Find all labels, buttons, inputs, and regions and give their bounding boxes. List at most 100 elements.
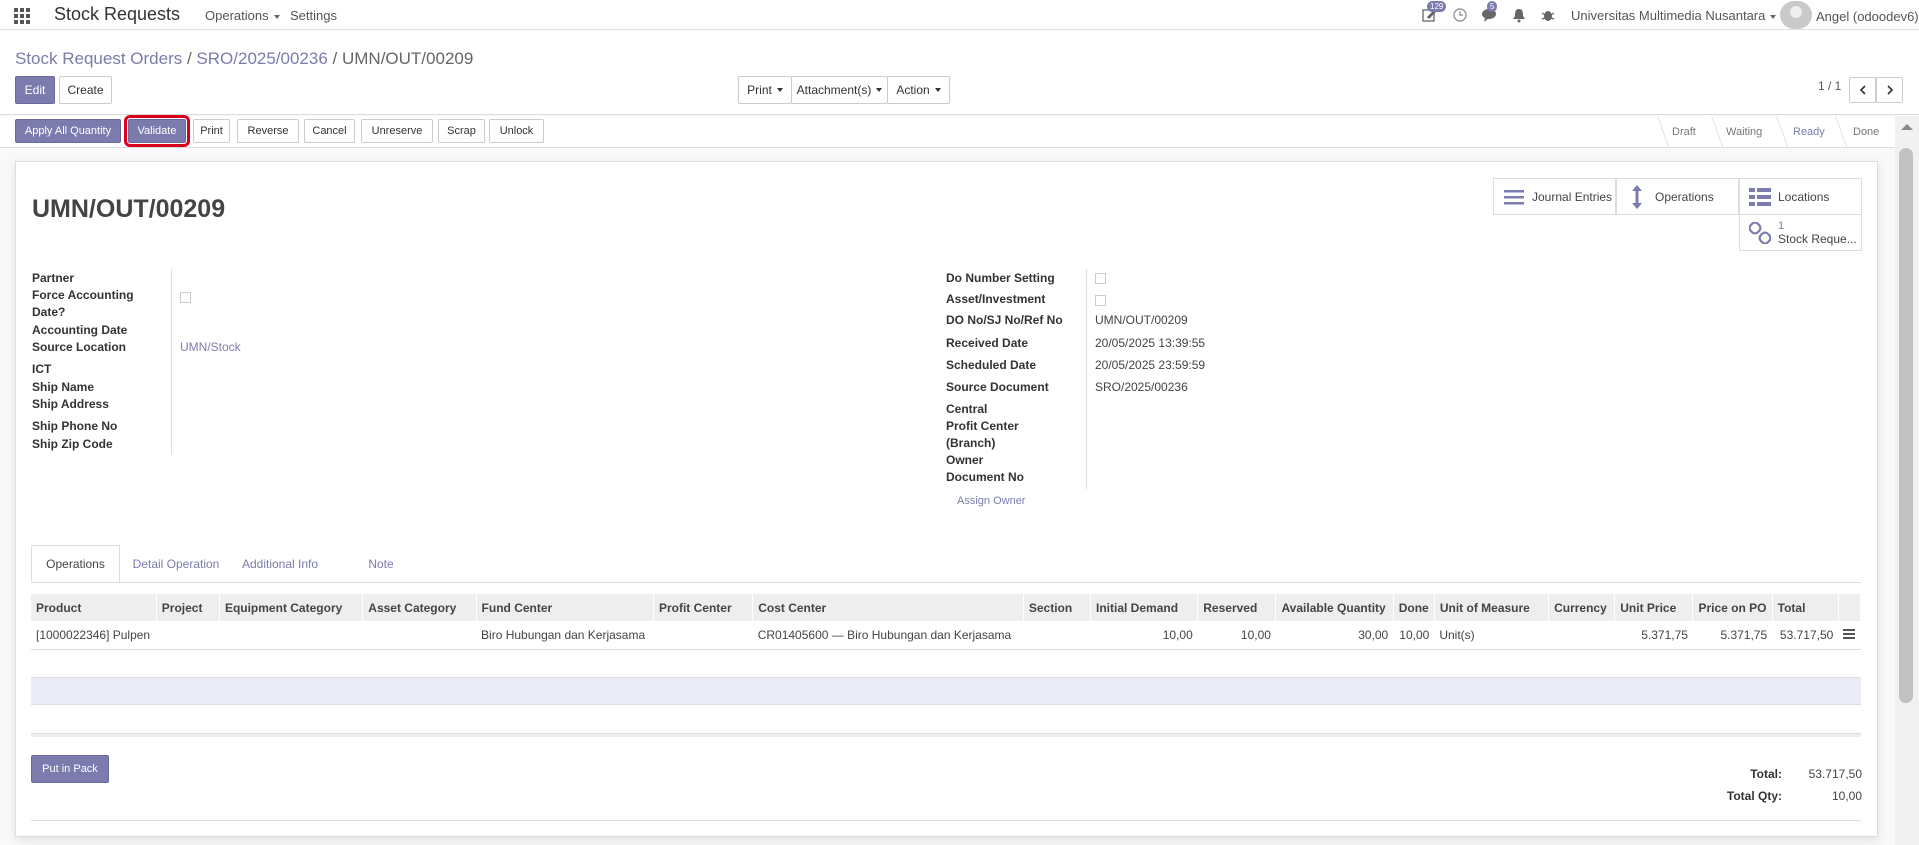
cell-project <box>156 621 220 650</box>
locations-button[interactable]: Locations <box>1739 178 1862 215</box>
column-header[interactable]: Unit of Measure <box>1434 594 1550 621</box>
breadcrumb: Stock Request Orders / SRO/2025/00236 / … <box>15 49 473 69</box>
link-chain-icon <box>1748 221 1772 244</box>
journal-entries-label: Journal Entries <box>1532 189 1613 204</box>
chevron-left-icon <box>1859 85 1866 95</box>
put-in-pack-button[interactable]: Put in Pack <box>31 755 109 783</box>
list-icon <box>1748 187 1772 206</box>
column-header[interactable]: Currency <box>1548 594 1616 621</box>
column-header[interactable]: Unit Price <box>1614 594 1694 621</box>
vertical-scrollbar[interactable] <box>1895 116 1919 845</box>
column-header[interactable]: Reserved <box>1197 594 1277 621</box>
source-document-value: SRO/2025/00236 <box>1095 380 1188 394</box>
cell-currency <box>1548 621 1615 650</box>
profit-center-branch-label: (Branch) <box>946 436 996 450</box>
action-dropdown[interactable]: Action <box>887 76 950 104</box>
column-header[interactable]: Done <box>1393 594 1435 621</box>
cancel-button[interactable]: Cancel <box>304 119 355 143</box>
company-switcher[interactable]: Universitas Multimedia Nusantara <box>1571 8 1777 23</box>
record-title: UMN/OUT/00209 <box>32 195 226 223</box>
do-number-setting-checkbox[interactable] <box>1095 273 1106 284</box>
table-header-row: Product Project Equipment Category Asset… <box>31 594 1862 621</box>
unreserve-button[interactable]: Unreserve <box>361 119 433 143</box>
app-title: Stock Requests <box>54 4 181 24</box>
column-header[interactable]: Initial Demand <box>1090 594 1199 621</box>
apply-all-quantity-button[interactable]: Apply All Quantity <box>15 119 121 143</box>
column-header[interactable]: Equipment Category <box>219 594 364 621</box>
operations-smart-button[interactable]: Operations <box>1616 178 1739 215</box>
stage-waiting[interactable]: Waiting <box>1726 116 1762 148</box>
column-header[interactable]: Cost Center <box>752 594 1024 621</box>
attachments-dropdown[interactable]: Attachment(s) <box>791 76 888 104</box>
journal-entries-button[interactable]: Journal Entries <box>1493 178 1616 215</box>
operations-smart-label: Operations <box>1655 189 1714 204</box>
cell-initial-demand: 10,00 <box>1090 621 1198 650</box>
ship-zip-label: Ship Zip Code <box>32 437 113 451</box>
pager-previous-button[interactable] <box>1849 77 1876 103</box>
column-header[interactable]: Available Quantity <box>1275 594 1394 621</box>
partner-label: Partner <box>32 271 75 285</box>
discuss-chat-icon[interactable]: 5 <box>1481 1 1499 25</box>
scrollbar-thumb[interactable] <box>1899 148 1913 703</box>
cell-unit-of-measure: Unit(s) <box>1434 621 1549 650</box>
tab-detail-operation[interactable]: Detail Operation <box>126 545 226 583</box>
stage-done[interactable]: Done <box>1853 116 1879 148</box>
debug-bug-icon[interactable] <box>1540 7 1558 25</box>
column-header[interactable]: Product <box>31 594 157 621</box>
create-button[interactable]: Create <box>59 76 112 104</box>
column-header[interactable]: Fund Center <box>476 594 654 621</box>
force-accounting-label-2: Date? <box>32 305 66 319</box>
user-menu[interactable]: Angel (odoodev6) <box>1816 9 1919 24</box>
detail-operations-icon[interactable] <box>1838 621 1861 650</box>
cell-done: 10,00 <box>1393 621 1435 650</box>
do-number-setting-label: Do Number Setting <box>946 271 1055 285</box>
stage-ready[interactable]: Ready <box>1793 116 1825 148</box>
status-bar: Apply All Quantity Validate Print Revers… <box>0 115 1895 148</box>
table-row[interactable]: [1000022346] Pulpen Biro Hubungan dan Ke… <box>31 621 1861 650</box>
reverse-button[interactable]: Reverse <box>237 119 299 143</box>
column-header[interactable]: Price on PO <box>1692 594 1773 621</box>
validate-button[interactable]: Validate <box>124 115 190 147</box>
stage-draft[interactable]: Draft <box>1672 116 1696 148</box>
activity-edit-icon[interactable]: 129 <box>1421 1 1447 25</box>
breadcrumb-stock-request-orders[interactable]: Stock Request Orders <box>15 49 182 68</box>
menu-operations[interactable]: Operations <box>205 8 280 23</box>
scheduled-date-value: 20/05/2025 23:59:59 <box>1095 358 1206 372</box>
cell-product: [1000022346] Pulpen <box>31 621 157 650</box>
breadcrumb-sro[interactable]: SRO/2025/00236 <box>196 49 327 68</box>
column-header[interactable]: Profit Center <box>653 594 754 621</box>
cell-asset-category <box>362 621 477 650</box>
clock-icon[interactable] <box>1452 7 1470 25</box>
column-header[interactable]: Section <box>1023 594 1092 621</box>
breadcrumb-separator: / <box>182 49 197 68</box>
edit-button[interactable]: Edit <box>15 76 55 104</box>
list-lines-icon <box>1502 189 1526 205</box>
asset-investment-checkbox[interactable] <box>1095 295 1106 306</box>
assign-owner-link[interactable]: Assign Owner <box>957 495 1025 507</box>
source-location-link[interactable]: UMN/Stock <box>180 340 241 354</box>
tab-additional-info[interactable]: Additional Info <box>233 545 327 583</box>
unlock-button[interactable]: Unlock <box>489 119 544 143</box>
bell-icon[interactable] <box>1511 7 1529 25</box>
pager-next-button[interactable] <box>1876 77 1903 103</box>
do-no-value: UMN/OUT/00209 <box>1095 313 1188 327</box>
print-button[interactable]: Print <box>193 119 230 143</box>
do-no-label: DO No/SJ No/Ref No <box>946 313 1063 327</box>
scrap-button[interactable]: Scrap <box>438 119 485 143</box>
column-header[interactable]: Project <box>156 594 220 621</box>
column-header[interactable]: Total <box>1772 594 1839 621</box>
owner-label: Owner <box>946 453 984 467</box>
column-header[interactable]: Asset Category <box>362 594 477 621</box>
cell-available-quantity: 30,00 <box>1275 621 1394 650</box>
apps-menu-icon[interactable] <box>14 8 30 24</box>
source-location-label: Source Location <box>32 340 127 354</box>
table-footer-bar <box>31 733 1861 737</box>
scroll-up-arrow-icon[interactable] <box>1901 124 1913 130</box>
user-avatar[interactable] <box>1780 1 1812 29</box>
menu-settings[interactable]: Settings <box>290 8 337 23</box>
tab-operations[interactable]: Operations <box>31 545 120 583</box>
stock-requests-button[interactable]: 1 Stock Reque... <box>1739 214 1862 251</box>
force-accounting-checkbox[interactable] <box>180 292 191 303</box>
tab-note[interactable]: Note <box>359 545 403 583</box>
print-dropdown[interactable]: Print <box>738 76 792 104</box>
